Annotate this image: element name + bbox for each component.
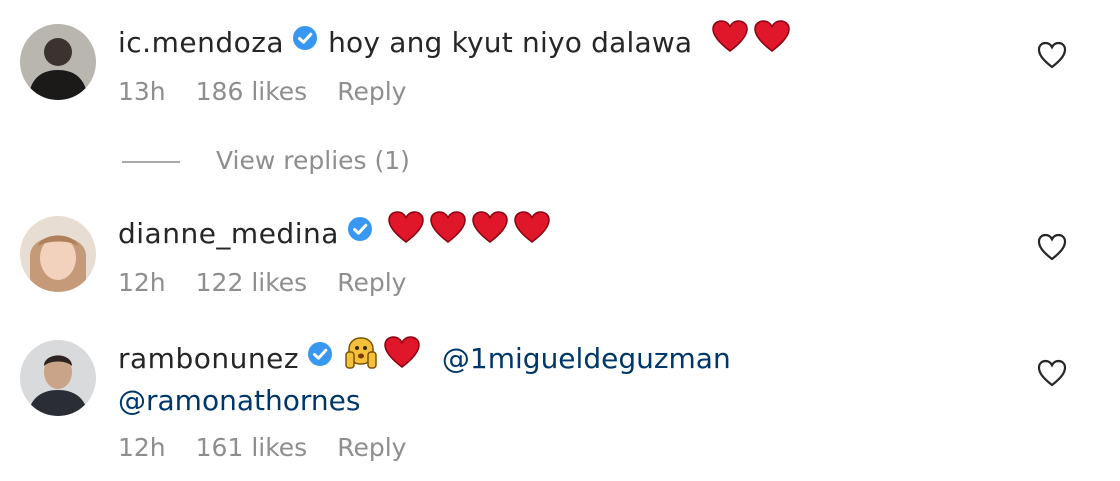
like-count[interactable]: 161 likes <box>196 433 308 462</box>
username[interactable]: rambonunez <box>118 342 299 375</box>
comment-line: ic.mendoza hoy ang kyut niyo dalawa <box>118 19 795 64</box>
verified-badge-icon <box>307 338 333 378</box>
heart-emoji-icon <box>387 210 425 255</box>
reply-button[interactable]: Reply <box>337 268 406 297</box>
avatar[interactable] <box>20 216 96 292</box>
reply-button[interactable]: Reply <box>337 433 406 462</box>
heart-emoji-icon <box>753 19 791 64</box>
view-replies-button[interactable]: View replies (1) <box>122 146 410 175</box>
comment-line: rambonunez @1migueldeguzman <box>118 335 731 381</box>
divider <box>122 161 180 163</box>
like-heart-icon[interactable] <box>1036 40 1068 70</box>
heart-emoji-icon <box>711 19 749 64</box>
verified-badge-icon <box>292 22 318 62</box>
pleading-emoji-icon <box>343 334 379 381</box>
timestamp[interactable]: 13h <box>118 77 166 106</box>
comment-meta: 12h 122 likes Reply <box>118 268 436 297</box>
mention-link[interactable]: @ramonathornes <box>118 384 360 417</box>
like-heart-icon[interactable] <box>1036 358 1068 388</box>
comment-meta: 12h 161 likes Reply <box>118 433 436 462</box>
mention-link[interactable]: @1migueldeguzman <box>442 342 731 375</box>
like-count[interactable]: 186 likes <box>196 77 308 106</box>
reply-button[interactable]: Reply <box>337 77 406 106</box>
heart-emoji-icon <box>471 210 509 255</box>
like-heart-icon[interactable] <box>1036 232 1068 262</box>
heart-emoji-icon <box>383 335 421 380</box>
avatar[interactable] <box>20 24 96 100</box>
timestamp[interactable]: 12h <box>118 433 166 462</box>
heart-emoji-icon <box>429 210 467 255</box>
username[interactable]: dianne_medina <box>118 217 339 250</box>
view-replies-label: View replies (1) <box>216 146 410 175</box>
timestamp[interactable]: 12h <box>118 268 166 297</box>
heart-emoji-icon <box>513 210 551 255</box>
avatar[interactable] <box>20 340 96 416</box>
comment-line-continued: @ramonathornes <box>118 381 731 421</box>
comment-meta: 13h 186 likes Reply <box>118 77 436 106</box>
like-count[interactable]: 122 likes <box>196 268 308 297</box>
comment-line: dianne_medina <box>118 210 555 255</box>
comment-text: hoy ang kyut niyo dalawa <box>328 26 693 59</box>
username[interactable]: ic.mendoza <box>118 26 284 59</box>
verified-badge-icon <box>347 213 373 253</box>
